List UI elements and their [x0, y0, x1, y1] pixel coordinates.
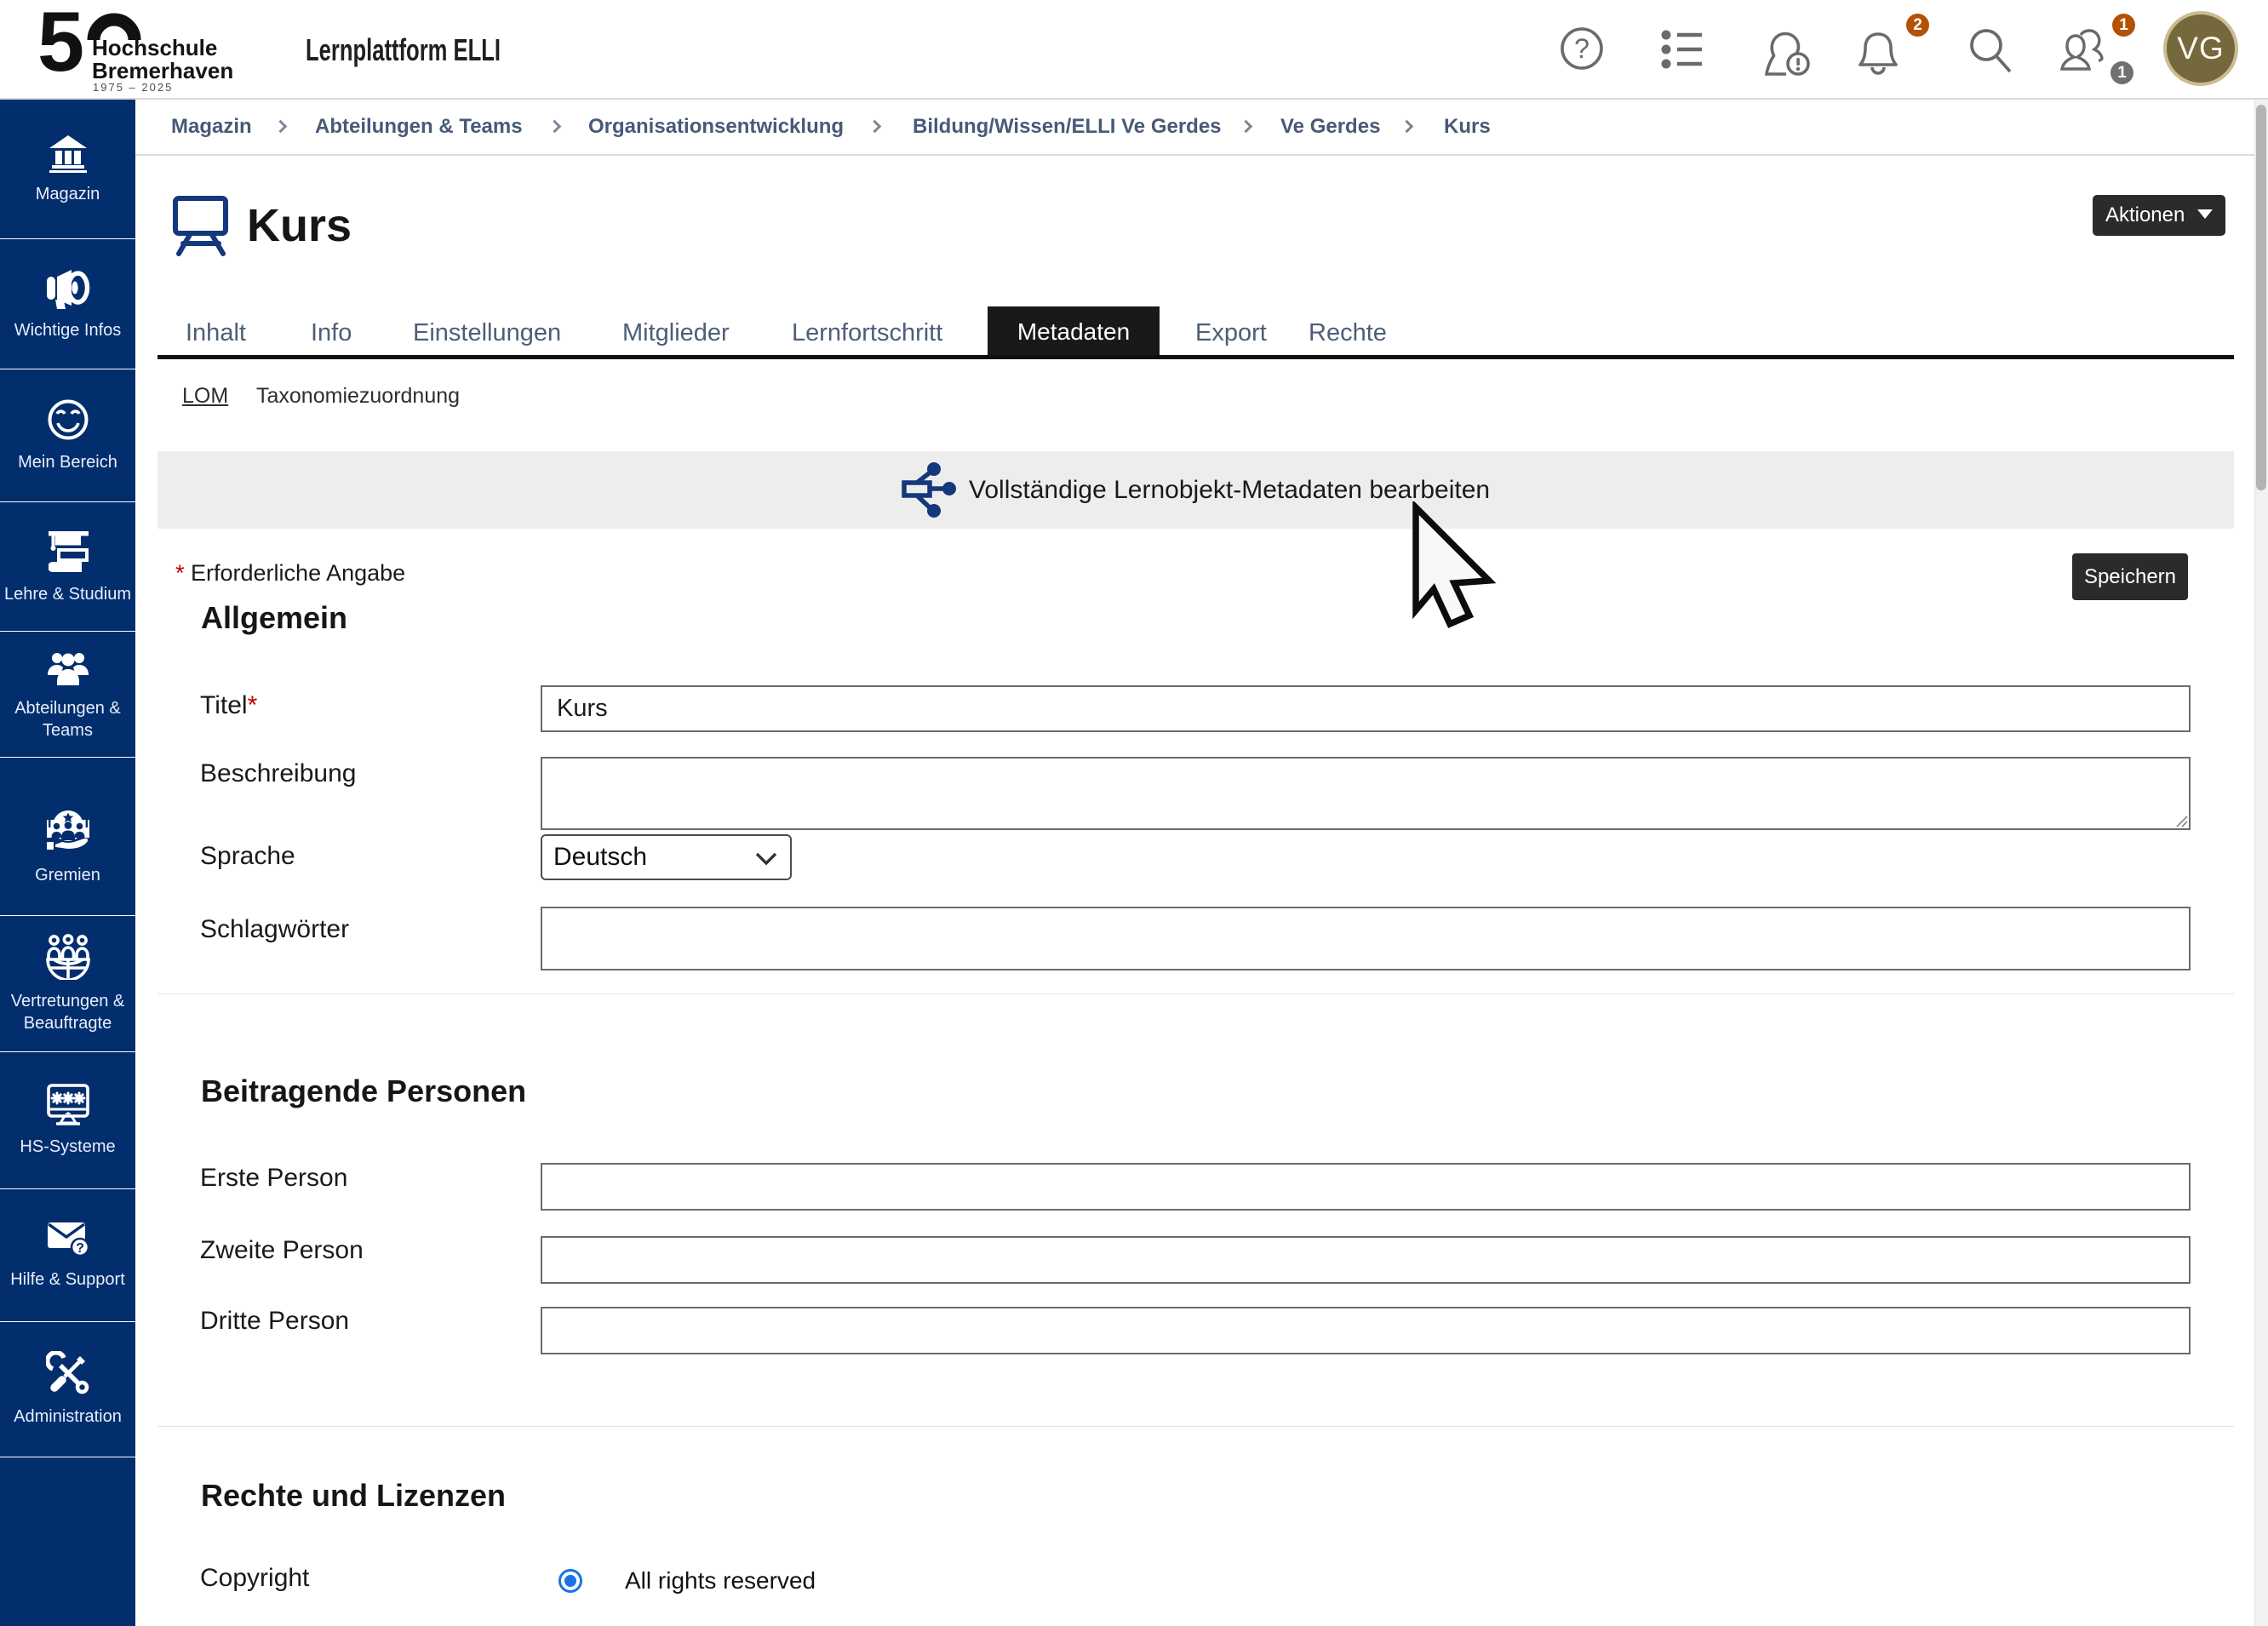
svg-text:?: ?: [1574, 33, 1589, 64]
svg-text:?: ?: [76, 1241, 84, 1256]
svg-text:Lernplattform ELLI: Lernplattform ELLI: [306, 32, 501, 67]
